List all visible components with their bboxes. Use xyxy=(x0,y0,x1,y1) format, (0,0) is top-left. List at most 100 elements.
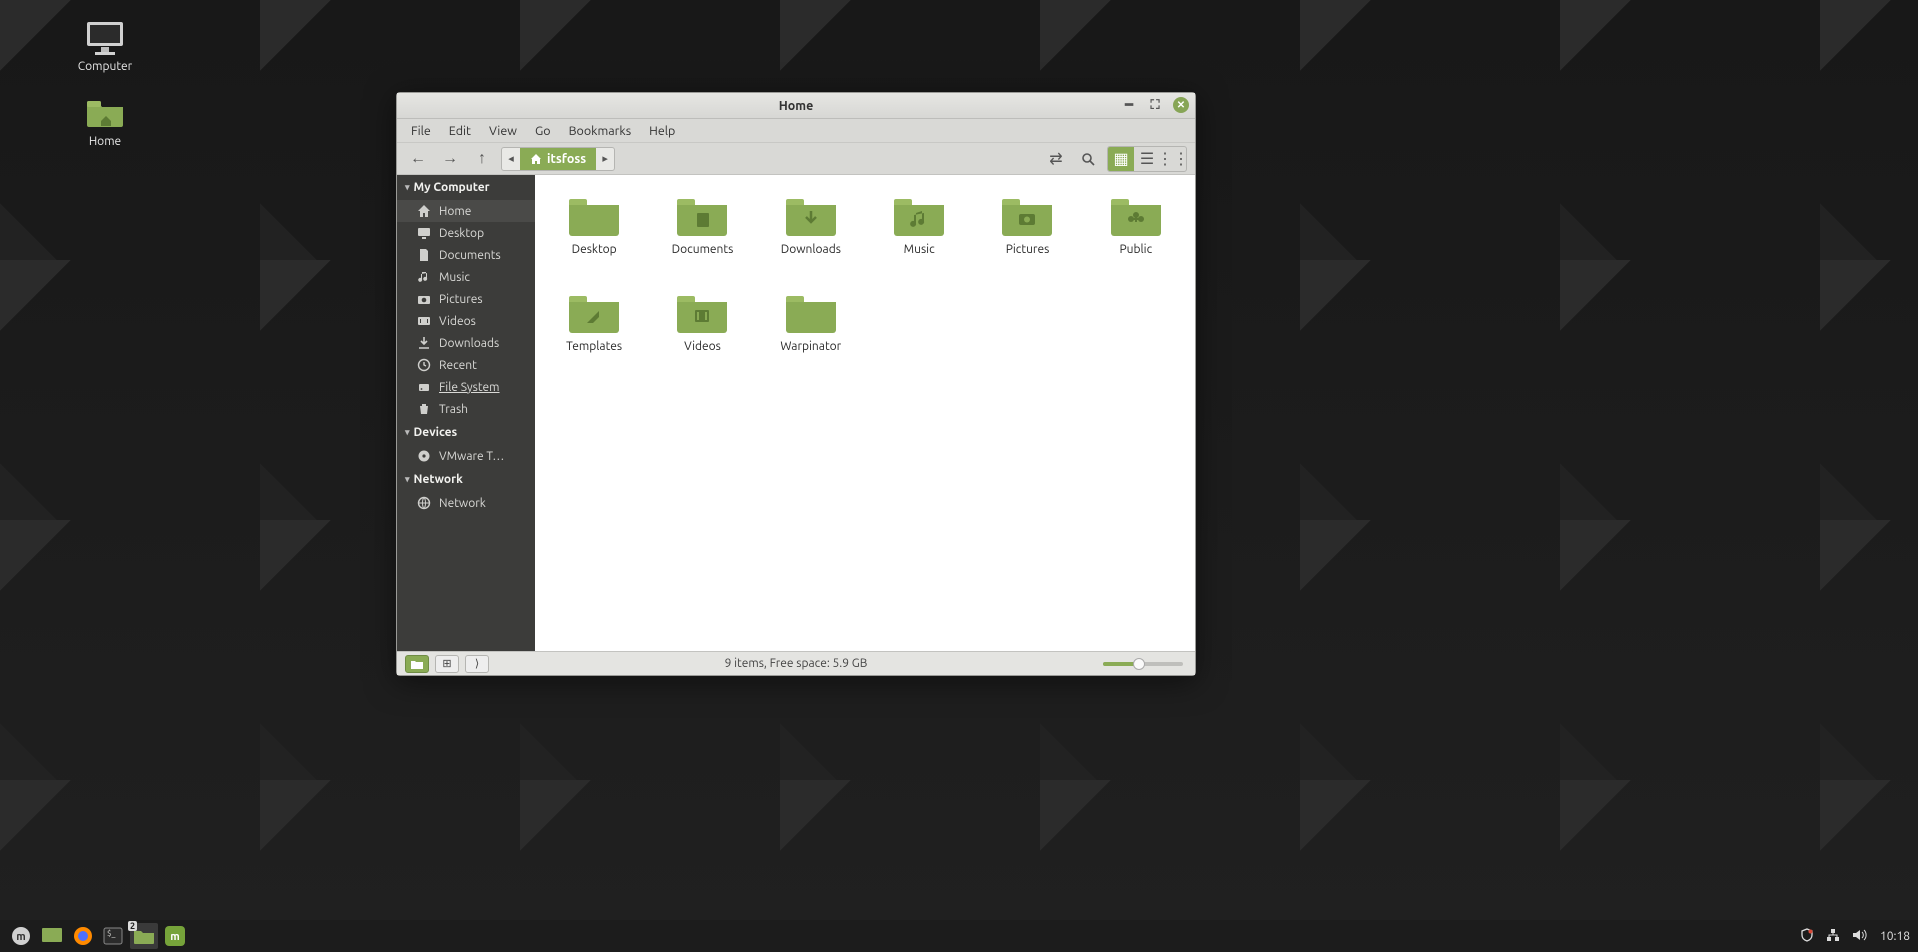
folder-videos[interactable]: Videos xyxy=(655,290,749,353)
path-segment-label: itsfoss xyxy=(547,152,586,166)
nav-back-button[interactable]: ← xyxy=(405,147,431,171)
sidebar-item-label: Pictures xyxy=(439,293,483,306)
folder-icon xyxy=(784,290,838,334)
path-prev-button[interactable]: ◂ xyxy=(502,152,520,165)
zoom-knob[interactable] xyxy=(1133,658,1145,670)
show-desktop-button[interactable] xyxy=(38,923,66,949)
disc-icon xyxy=(417,449,431,463)
svg-text:$_: $_ xyxy=(107,929,116,938)
folder-label: Pictures xyxy=(1006,243,1050,256)
path-next-button[interactable]: ▸ xyxy=(596,152,614,165)
close-sidebar-button[interactable]: ⟩ xyxy=(465,655,489,673)
menubar: File Edit View Go Bookmarks Help xyxy=(397,119,1195,143)
pathbar: ◂ itsfoss ▸ xyxy=(501,147,615,171)
sidebar-item-documents[interactable]: Documents xyxy=(397,244,535,266)
places-toggle-button[interactable] xyxy=(405,655,429,673)
taskbar-firefox[interactable] xyxy=(70,923,96,949)
path-segment-home[interactable]: itsfoss xyxy=(520,148,596,170)
folder-pictures[interactable]: Pictures xyxy=(980,193,1074,256)
music-icon xyxy=(417,270,431,284)
firefox-icon xyxy=(73,926,93,946)
menu-help[interactable]: Help xyxy=(641,121,683,141)
sidebar-item-label: Downloads xyxy=(439,337,499,350)
sidebar-item-desktop[interactable]: Desktop xyxy=(397,222,535,244)
statusbar: ⊞ ⟩ 9 items, Free space: 5.9 GB xyxy=(397,651,1195,675)
folder-icon xyxy=(1000,193,1054,237)
nav-forward-button[interactable]: → xyxy=(437,147,463,171)
zoom-slider[interactable] xyxy=(1103,662,1183,666)
window-count-badge: 2 xyxy=(128,921,137,931)
sidebar-section-my-computer[interactable]: My Computer xyxy=(397,175,535,200)
sidebar-item-videos[interactable]: Videos xyxy=(397,310,535,332)
menu-bookmarks[interactable]: Bookmarks xyxy=(561,121,640,141)
drive-icon xyxy=(417,380,431,394)
sidebar-item-label: Videos xyxy=(439,315,476,328)
window-close-button[interactable]: ✕ xyxy=(1173,97,1189,113)
folder-warpinator[interactable]: Warpinator xyxy=(764,290,858,353)
view-toggle: ▦ ☰ ⋮⋮ xyxy=(1107,146,1187,172)
download-icon xyxy=(417,336,431,350)
taskbar-mint-welcome[interactable]: m xyxy=(162,923,188,949)
sidebar-item-label: Documents xyxy=(439,249,501,262)
taskbar-terminal[interactable]: $_ xyxy=(100,923,126,949)
folder-label: Desktop xyxy=(572,243,617,256)
sidebar-item-vmware[interactable]: VMware T… xyxy=(397,445,535,467)
sidebar-item-filesystem[interactable]: File System xyxy=(397,376,535,398)
start-menu-button[interactable]: m xyxy=(8,923,34,949)
tree-toggle-button[interactable]: ⊞ xyxy=(435,655,459,673)
folder-templates[interactable]: Templates xyxy=(547,290,641,353)
toolbar: ← → ↑ ◂ itsfoss ▸ ⇄ ▦ ☰ ⋮⋮ xyxy=(397,143,1195,175)
menu-edit[interactable]: Edit xyxy=(441,121,479,141)
sidebar-item-recent[interactable]: Recent xyxy=(397,354,535,376)
desktop-icon xyxy=(41,927,63,945)
menu-go[interactable]: Go xyxy=(527,121,559,141)
svg-text:m: m xyxy=(170,931,179,943)
desktop-icon-label: Home xyxy=(89,135,121,148)
folder-label: Videos xyxy=(684,340,721,353)
nav-up-button[interactable]: ↑ xyxy=(469,147,495,171)
shield-icon xyxy=(1800,928,1814,942)
tray-volume-icon[interactable] xyxy=(1852,928,1868,945)
content-area[interactable]: Desktop Documents Downloads Music xyxy=(535,175,1195,651)
menu-file[interactable]: File xyxy=(403,121,439,141)
folder-music[interactable]: Music xyxy=(872,193,966,256)
sidebar-item-downloads[interactable]: Downloads xyxy=(397,332,535,354)
desktop-icon-home[interactable]: Home xyxy=(60,95,150,148)
desktop-icon-computer[interactable]: Computer xyxy=(60,20,150,73)
sidebar-item-network[interactable]: Network xyxy=(397,492,535,514)
menu-view[interactable]: View xyxy=(481,121,525,141)
home-icon xyxy=(530,153,542,165)
window-minimize-button[interactable]: ━ xyxy=(1121,97,1137,113)
computer-icon xyxy=(83,20,127,56)
file-manager-window: Home ━ ⛶ ✕ File Edit View Go Bookmarks H… xyxy=(396,92,1196,676)
sidebar-item-music[interactable]: Music xyxy=(397,266,535,288)
tray-network-icon[interactable] xyxy=(1826,928,1840,945)
folder-documents[interactable]: Documents xyxy=(655,193,749,256)
taskbar-files[interactable]: 2 xyxy=(130,923,158,949)
view-compact-button[interactable]: ⋮⋮ xyxy=(1160,147,1186,171)
folder-icon xyxy=(567,193,621,237)
sidebar-item-label: Music xyxy=(439,271,470,284)
document-icon xyxy=(417,248,431,262)
search-button[interactable] xyxy=(1075,147,1101,171)
sidebar: My Computer Home Desktop Documents Music… xyxy=(397,175,535,651)
sidebar-section-network[interactable]: Network xyxy=(397,467,535,492)
tray-updates-icon[interactable] xyxy=(1800,928,1814,945)
folder-downloads[interactable]: Downloads xyxy=(764,193,858,256)
clock[interactable]: 10:18 xyxy=(1880,930,1910,943)
sidebar-item-home[interactable]: Home xyxy=(397,200,535,222)
folder-public[interactable]: Public xyxy=(1089,193,1183,256)
sidebar-item-trash[interactable]: Trash xyxy=(397,398,535,420)
trash-icon xyxy=(417,402,431,416)
titlebar[interactable]: Home ━ ⛶ ✕ xyxy=(397,93,1195,119)
folder-label: Documents xyxy=(672,243,734,256)
window-maximize-button[interactable]: ⛶ xyxy=(1147,97,1163,113)
sidebar-item-pictures[interactable]: Pictures xyxy=(397,288,535,310)
sidebar-item-label: Network xyxy=(439,497,486,510)
window-title: Home xyxy=(779,99,814,113)
sidebar-section-devices[interactable]: Devices xyxy=(397,420,535,445)
toggle-location-button[interactable]: ⇄ xyxy=(1043,147,1069,171)
folder-desktop[interactable]: Desktop xyxy=(547,193,641,256)
home-icon xyxy=(417,204,431,218)
view-icons-button[interactable]: ▦ xyxy=(1108,147,1134,171)
